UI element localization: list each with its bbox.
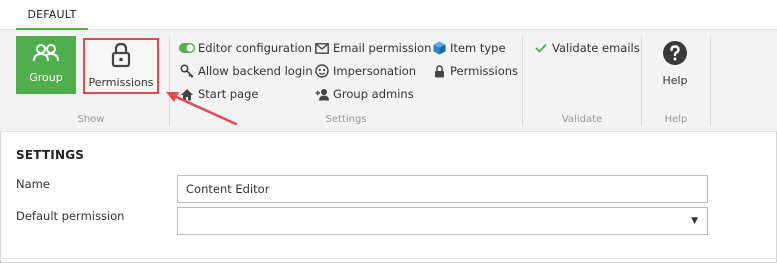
question-circle-icon xyxy=(662,40,688,69)
lock-icon xyxy=(110,42,132,71)
tab-default[interactable]: DEFAULT xyxy=(16,8,88,30)
validate-emails-label: Validate emails xyxy=(552,41,640,55)
item-type-button[interactable]: Item type xyxy=(431,38,506,58)
annotation-arrow xyxy=(166,92,238,126)
email-permission-button[interactable]: Email permission xyxy=(314,38,431,58)
allow-backend-login-label: Allow backend login xyxy=(198,64,313,78)
group-label-help: Help xyxy=(664,114,688,125)
group-button-label: Group xyxy=(29,71,63,84)
ribbon: Group Permissions Show Editor configurat… xyxy=(0,30,777,132)
mask-icon xyxy=(314,64,330,78)
lock-icon xyxy=(431,64,447,78)
group-button[interactable]: Group xyxy=(16,36,76,94)
allow-backend-login-toggle[interactable]: Allow backend login xyxy=(179,61,313,81)
editor-configuration-label: Editor configuration xyxy=(198,41,312,55)
section-divider xyxy=(0,258,777,259)
group-admins-label: Group admins xyxy=(333,87,414,101)
name-input[interactable]: Content Editor xyxy=(177,175,708,203)
help-button[interactable]: Help xyxy=(645,36,705,96)
email-permission-label: Email permission xyxy=(333,41,432,55)
tab-strip: DEFAULT xyxy=(0,0,777,30)
item-type-label: Item type xyxy=(450,41,506,55)
group-label-validate: Validate xyxy=(561,114,603,125)
name-label: Name xyxy=(16,177,50,191)
cube-icon xyxy=(431,41,447,55)
help-button-label: Help xyxy=(662,74,688,87)
group-divider xyxy=(641,36,642,126)
users-icon xyxy=(32,43,60,66)
group-admins-button[interactable]: Group admins xyxy=(314,84,414,104)
caret-down-icon: ▼ xyxy=(691,216,698,226)
settings-section-title: SETTINGS xyxy=(16,148,85,162)
group-divider xyxy=(522,36,523,126)
impersonation-button[interactable]: Impersonation xyxy=(314,61,416,81)
permissions-button[interactable]: Permissions xyxy=(83,38,159,94)
key-icon xyxy=(179,64,195,78)
default-permission-label: Default permission xyxy=(16,209,125,223)
settings-permissions-button[interactable]: Permissions xyxy=(431,61,518,81)
editor-configuration-toggle[interactable]: Editor configuration xyxy=(179,38,312,58)
toggle-on-icon xyxy=(179,41,195,55)
group-label-show: Show xyxy=(77,114,105,125)
settings-permissions-label: Permissions xyxy=(450,64,519,78)
user-plus-icon xyxy=(314,87,330,101)
impersonation-label: Impersonation xyxy=(333,64,417,78)
permissions-button-label: Permissions xyxy=(88,76,154,89)
check-icon xyxy=(533,41,549,55)
validate-emails-toggle[interactable]: Validate emails xyxy=(533,38,640,58)
envelope-icon xyxy=(314,41,330,55)
default-permission-select[interactable]: ▼ xyxy=(177,207,708,235)
group-divider xyxy=(710,36,711,126)
